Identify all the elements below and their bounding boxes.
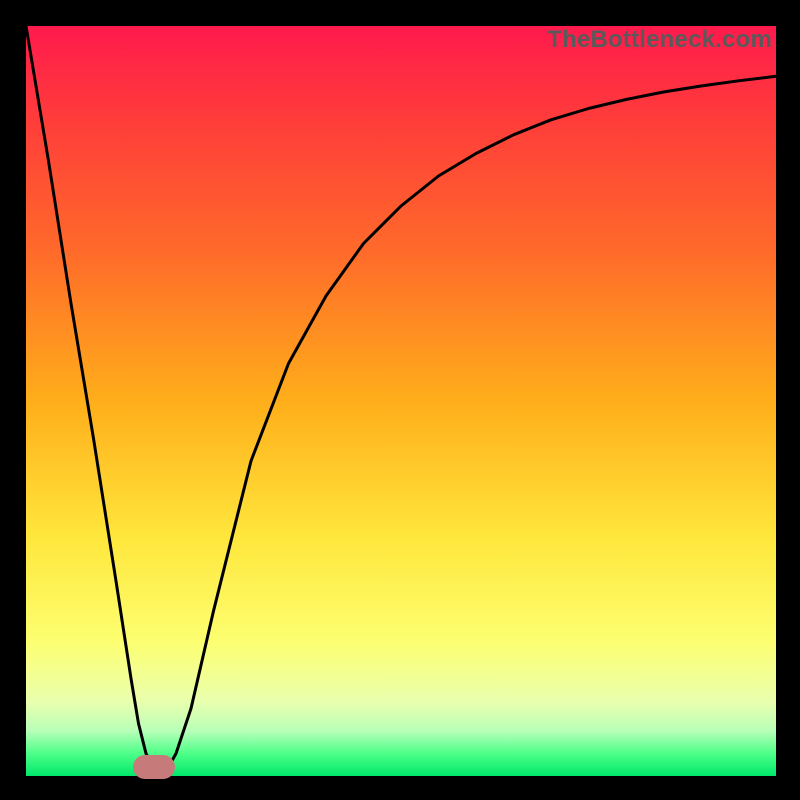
chart-frame: TheBottleneck.com bbox=[0, 0, 800, 800]
minimum-marker bbox=[133, 755, 175, 779]
chart-curves bbox=[26, 26, 776, 776]
plot-area: TheBottleneck.com bbox=[26, 26, 776, 776]
curve-line bbox=[26, 26, 776, 770]
